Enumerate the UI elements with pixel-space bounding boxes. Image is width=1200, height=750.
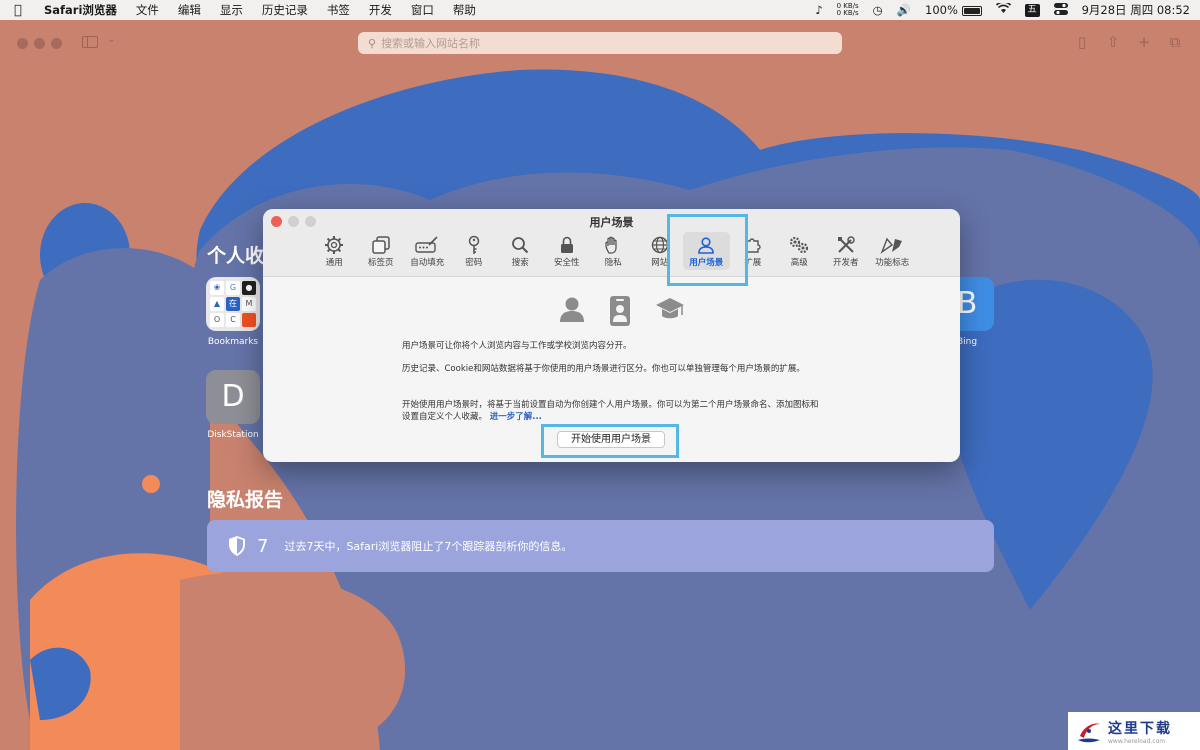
shield-icon [229, 536, 245, 556]
tab-label: 密码 [465, 258, 483, 268]
tab-label: 隐私 [604, 258, 622, 268]
tab-label: 开发者 [832, 258, 859, 268]
wifi-icon[interactable] [995, 1, 1011, 17]
key-icon [468, 235, 479, 254]
share-icon[interactable]: ⇧ [1104, 33, 1122, 51]
window-controls [17, 38, 68, 49]
learn-more-link[interactable]: 进一步了解... [490, 412, 542, 422]
time-machine-icon[interactable]: ◷ [873, 3, 883, 17]
gears-icon [790, 236, 809, 254]
battery-percent: 100% [925, 3, 958, 17]
menu-bookmarks[interactable]: 书签 [327, 2, 350, 18]
search-icon [512, 237, 529, 254]
tab-label: 安全性 [553, 258, 580, 268]
address-bar[interactable]: ⚲ 搜索或输入网站名称 [358, 32, 842, 54]
watermark-url: www.hereload.com [1108, 737, 1166, 745]
privacy-report-bar[interactable]: 7 过去7天中，Safari浏览器阻止了7个跟踪器剖析你的信息。 [207, 520, 994, 572]
tab-feature-flags[interactable]: 功能标志 [869, 232, 916, 270]
id-badge-icon [609, 295, 631, 331]
favorite-label: Bookmarks [207, 337, 259, 347]
tab-security[interactable]: 安全性 [544, 232, 591, 270]
profiles-description-2: 历史记录、Cookie和网站数据将基于你使用的用户场景进行区分。你也可以单独管理… [402, 364, 805, 374]
close-window-button[interactable] [17, 38, 28, 49]
tab-search[interactable]: 搜索 [497, 232, 544, 270]
tab-label: 标签页 [367, 258, 394, 268]
favorite-diskstation[interactable]: D DiskStation [203, 370, 263, 440]
tabs-icon [372, 236, 390, 254]
autofill-icon [415, 236, 438, 253]
battery-status[interactable]: 100% [925, 3, 982, 17]
bookmarks-folder-icon: ❀ G ● ▲ 在 M OC [206, 277, 260, 331]
extension-icon[interactable]: ▯ [1073, 33, 1091, 51]
profiles-description-3: 开始使用用户场景时，将基于当前设置自动为你创建个人用户场景。你可以为第二个用户场… [402, 399, 822, 423]
tab-label: 功能标志 [875, 258, 910, 268]
battery-icon [961, 5, 982, 16]
profiles-tab-highlight [667, 214, 748, 286]
minimize-window-button[interactable] [34, 38, 45, 49]
person-icon [559, 295, 585, 331]
zoom-window-button[interactable] [51, 38, 62, 49]
tab-label: 通用 [325, 258, 343, 268]
menu-develop[interactable]: 开发 [369, 2, 392, 18]
tab-label: 网站 [651, 258, 669, 268]
tab-overview-icon[interactable]: ⧉ [1166, 33, 1184, 51]
tab-label: 自动填充 [410, 258, 445, 268]
privacy-message: 过去7天中，Safari浏览器阻止了7个跟踪器剖析你的信息。 [284, 540, 573, 553]
privacy-report-title: 隐私报告 [207, 489, 284, 511]
apple-menu-icon[interactable]:  [14, 3, 30, 18]
menu-window[interactable]: 窗口 [411, 2, 434, 18]
profile-icons [547, 295, 697, 331]
watermark-logo [1078, 723, 1100, 743]
favorite-label: DiskStation [207, 430, 259, 440]
tab-tabs[interactable]: 标签页 [358, 232, 405, 270]
control-center-icon[interactable] [1053, 2, 1068, 18]
network-down: 0 KB/s [836, 9, 859, 17]
tracker-count: 7 [257, 535, 269, 557]
favorite-bookmarks[interactable]: ❀ G ● ▲ 在 M OC Bookmarks [203, 277, 263, 347]
preferences-title: 用户场景 [589, 216, 634, 229]
menu-edit[interactable]: 编辑 [178, 2, 201, 18]
tab-label: 高级 [790, 258, 808, 268]
menu-app-name[interactable]: Safari浏览器 [44, 2, 117, 18]
preferences-header: 用户场景 通用 标签页 自动填充 密码 搜索 安全性 隐私 网站 用户场景 扩展… [263, 209, 960, 277]
tab-passwords[interactable]: 密码 [451, 232, 498, 270]
gear-icon [325, 236, 344, 254]
menu-file[interactable]: 文件 [136, 2, 159, 18]
sidebar-toggle-icon[interactable] [82, 36, 98, 48]
network-speed: 0 KB/s 0 KB/s [837, 3, 859, 17]
menu-bar:  Safari浏览器 文件 编辑 显示 历史记录 书签 开发 窗口 帮助 ♪ … [0, 0, 1200, 20]
tab-developer[interactable]: 开发者 [823, 232, 870, 270]
diskstation-letter-icon: D [206, 370, 260, 424]
menu-help[interactable]: 帮助 [453, 2, 476, 18]
lock-icon [560, 236, 573, 253]
tab-label: 搜索 [511, 258, 529, 268]
flags-icon [880, 237, 903, 254]
tab-advanced[interactable]: 高级 [776, 232, 823, 270]
tab-autofill[interactable]: 自动填充 [404, 232, 451, 270]
profiles-description-3-text: 开始使用用户场景时，将基于当前设置自动为你创建个人用户场景。你可以为第二个用户场… [402, 400, 819, 422]
search-icon: ⚲ [368, 36, 377, 50]
toolbar-right-buttons: ▯ ⇧ + ⧉ [1060, 33, 1184, 51]
graduation-cap-icon [655, 295, 685, 331]
preferences-tabs: 通用 标签页 自动填充 密码 搜索 安全性 隐私 网站 用户场景 扩展 高级 开… [311, 232, 916, 270]
address-placeholder: 搜索或输入网站名称 [381, 37, 481, 50]
music-note-icon[interactable]: ♪ [815, 3, 822, 17]
menu-history[interactable]: 历史记录 [262, 2, 308, 18]
clock-datetime[interactable]: 9月28日 周四 08:52 [1082, 2, 1190, 18]
safari-toolbar: ⌄ ⚲ 搜索或输入网站名称 ▯ ⇧ + ⧉ [0, 20, 1200, 66]
menu-view[interactable]: 显示 [220, 2, 243, 18]
chevron-down-icon[interactable]: ⌄ [107, 34, 115, 45]
tab-privacy[interactable]: 隐私 [590, 232, 637, 270]
site-watermark: 这里下载 www.hereload.com [1068, 712, 1200, 750]
favorites-title: 个人收 [207, 245, 265, 267]
new-tab-icon[interactable]: + [1135, 33, 1153, 51]
hand-icon [605, 236, 617, 254]
tab-general[interactable]: 通用 [311, 232, 358, 270]
input-method-icon[interactable]: 五 [1024, 3, 1040, 17]
volume-icon[interactable]: 🔊 [897, 3, 911, 17]
watermark-text: 这里下载 [1108, 720, 1172, 737]
start-button-highlight [541, 424, 679, 458]
tools-icon [837, 236, 855, 253]
profiles-description-1: 用户场景可让你将个人浏览内容与工作或学校浏览内容分开。 [402, 341, 632, 351]
